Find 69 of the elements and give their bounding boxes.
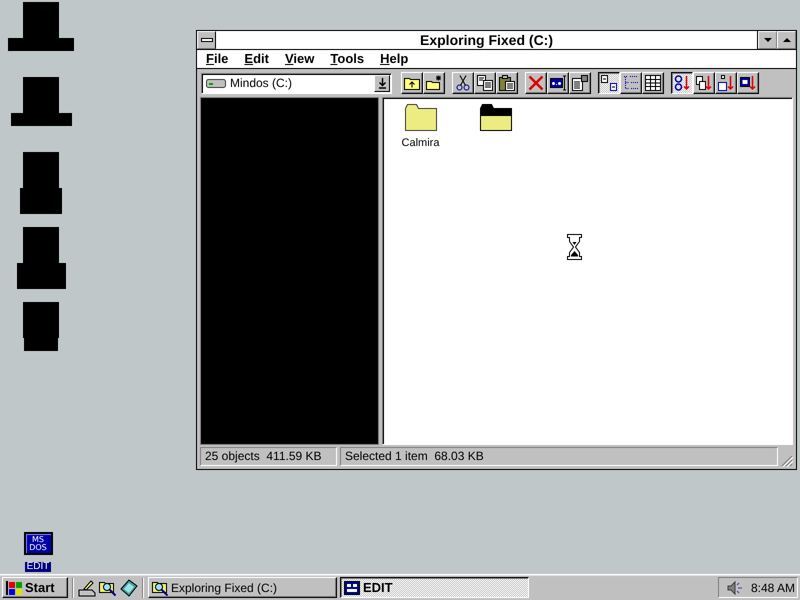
shortcut-label[interactable]: EDIT: [24, 562, 52, 572]
down-arrow-icon: [378, 78, 386, 88]
pages-down-arrow-icon: [696, 75, 712, 91]
tray-pen-icon[interactable]: [78, 578, 96, 596]
circles-down-arrow-icon: [674, 75, 690, 91]
silhouette-icon[interactable]: [11, 77, 72, 126]
menu-item[interactable]: Tools: [323, 50, 372, 68]
text-field-icon: [550, 75, 566, 91]
system-menu-button[interactable]: [197, 31, 216, 49]
silhouette-icon[interactable]: [17, 227, 66, 289]
copy-pages-icon: [477, 75, 493, 91]
sort-by-name-button[interactable]: [671, 72, 693, 94]
tilted-screen-icon[interactable]: [120, 578, 138, 596]
start-button[interactable]: Start: [2, 577, 68, 598]
new-folder-button[interactable]: [423, 72, 445, 94]
large-icons-button[interactable]: [598, 72, 620, 94]
folder-icon[interactable]: [404, 104, 436, 131]
folder-magnifier-icon: [152, 580, 168, 596]
sort-by-type-button[interactable]: [693, 72, 715, 94]
hard-drive-icon: [206, 78, 226, 88]
clipboard-icon: [499, 75, 515, 91]
sort-by-date-button[interactable]: [737, 72, 759, 94]
program-tile[interactable]: MS DOS: [24, 532, 52, 555]
folder-up-arrow-icon: [404, 75, 420, 91]
program-tile-icon: [344, 580, 360, 596]
speaker-icon[interactable]: [727, 580, 743, 596]
status-text: Selected 1 item 68.03 KB: [340, 447, 778, 466]
taskbar-button[interactable]: Exploring Fixed (C:): [148, 577, 337, 598]
drive-dropdown[interactable]: Mindos (C:): [201, 72, 392, 94]
cut-button[interactable]: [452, 72, 474, 94]
hourglass-cursor-icon: [567, 234, 582, 260]
copy-button[interactable]: [474, 72, 496, 94]
resize-grip-icon[interactable]: [781, 455, 793, 467]
silhouette-icon[interactable]: [8, 2, 74, 51]
delete-button[interactable]: [525, 72, 547, 94]
silhouette-icon[interactable]: [20, 152, 62, 214]
boxes-down-arrow-icon: [718, 75, 734, 91]
folder-name[interactable]: Calmira: [402, 137, 440, 150]
minimize-button[interactable]: [758, 31, 777, 49]
menu-item[interactable]: View: [278, 50, 322, 68]
folder-sparkle-icon: [426, 75, 442, 91]
taskbar-button[interactable]: EDIT: [340, 577, 529, 598]
window-title: Exploring Fixed (C:): [216, 31, 758, 49]
menu-item[interactable]: Help: [373, 50, 416, 68]
windows-flag-icon: [6, 580, 22, 594]
paste-button[interactable]: [496, 72, 518, 94]
folder-icon[interactable]: [480, 104, 512, 131]
properties-button[interactable]: [569, 72, 591, 94]
menu-item[interactable]: Edit: [237, 50, 276, 68]
window-down-arrow-icon: [740, 75, 756, 91]
document-icon: [572, 75, 588, 91]
list-view-button[interactable]: [620, 72, 642, 94]
rename-button[interactable]: [547, 72, 569, 94]
tree-list-icon: [623, 75, 639, 91]
grid-icon: [645, 75, 661, 91]
clock: 8:48 AM: [751, 580, 796, 594]
two-boxes-icon: [601, 75, 617, 91]
dash-icon: [200, 38, 212, 42]
sort-by-size-button[interactable]: [715, 72, 737, 94]
cross-icon: [528, 75, 544, 91]
dropdown-button[interactable]: [374, 74, 390, 92]
maximize-button[interactable]: [777, 31, 796, 49]
details-button[interactable]: [642, 72, 664, 94]
menu-item[interactable]: File: [199, 50, 236, 68]
up-triangle-icon: [782, 38, 790, 42]
scissors-icon: [455, 75, 471, 91]
up-folder-button[interactable]: [401, 72, 423, 94]
down-triangle-icon: [764, 38, 772, 42]
status-text: 25 objects 411.59 KB: [200, 447, 337, 466]
